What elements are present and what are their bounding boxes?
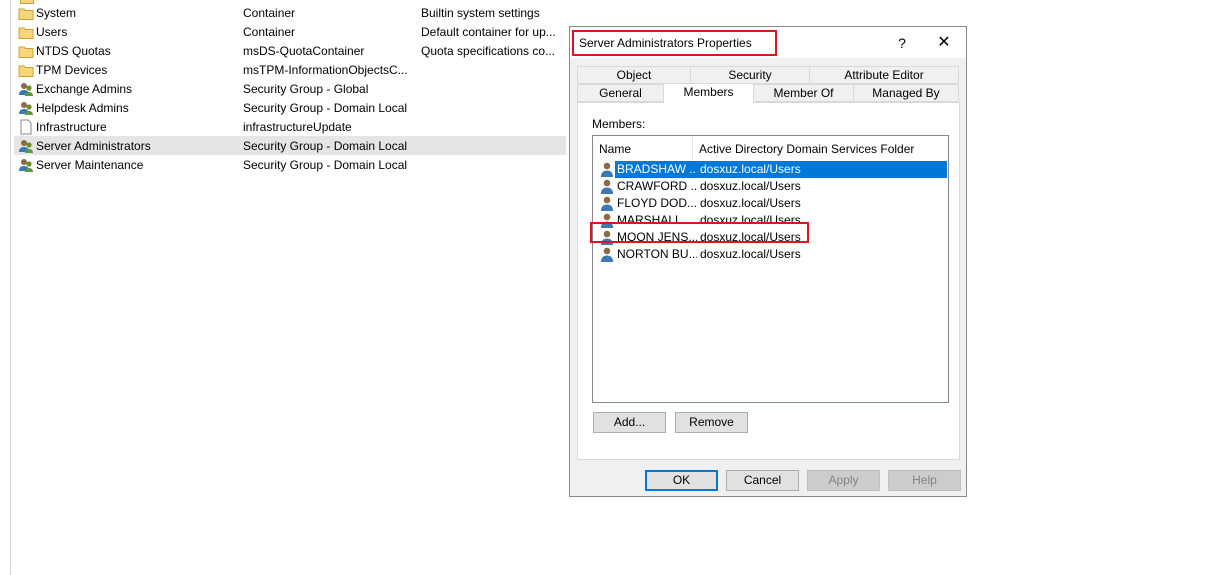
user-icon (599, 195, 615, 211)
document-icon (18, 119, 34, 135)
folder-icon (18, 24, 34, 40)
add-button[interactable]: Add... (593, 412, 666, 433)
column-header-name[interactable]: Name (599, 142, 631, 156)
member-highlight-box (590, 222, 809, 243)
tab-general[interactable]: General (577, 84, 664, 102)
members-tab-panel: Members: Name Active Directory Domain Se… (577, 102, 960, 460)
member-row[interactable]: NORTON BU... dosxuz.local/Users (599, 246, 947, 263)
list-item[interactable]: Server Maintenance Security Group - Doma… (14, 155, 566, 174)
group-icon (18, 100, 34, 116)
column-divider[interactable] (692, 136, 693, 160)
list-item[interactable]: NTDS Quotas msDS-QuotaContainer Quota sp… (14, 41, 566, 60)
tree-pane-border (10, 0, 11, 575)
folder-icon (18, 62, 34, 78)
group-icon (18, 138, 34, 154)
remove-button[interactable]: Remove (675, 412, 748, 433)
list-item[interactable]: Infrastructure infrastructureUpdate (14, 117, 566, 136)
dialog-title: Server Administrators Properties (579, 36, 752, 50)
list-item[interactable]: Exchange Admins Security Group - Global (14, 79, 566, 98)
members-label: Members: (592, 117, 646, 131)
tab-object[interactable]: Object (577, 66, 691, 84)
folder-icon (18, 43, 34, 59)
tab-security[interactable]: Security (690, 66, 810, 84)
help-button[interactable]: Help (888, 470, 961, 491)
tab-members[interactable]: Members (663, 83, 754, 103)
group-icon (18, 81, 34, 97)
user-icon (599, 161, 615, 177)
apply-button[interactable]: Apply (807, 470, 880, 491)
list-item[interactable]: System Container Builtin system settings (14, 3, 566, 22)
member-row[interactable]: FLOYD DOD... dosxuz.local/Users (599, 195, 947, 212)
list-item[interactable]: TPM Devices msTPM-InformationObjectsC... (14, 60, 566, 79)
tab-managed-by[interactable]: Managed By (853, 84, 959, 102)
properties-dialog: Server Administrators Properties ? ✕ Obj… (569, 26, 967, 497)
listview-header: Name Active Directory Domain Services Fo… (593, 136, 948, 160)
folder-icon (18, 5, 34, 21)
members-listview[interactable]: Name Active Directory Domain Services Fo… (592, 135, 949, 403)
user-icon (599, 178, 615, 194)
column-header-folder[interactable]: Active Directory Domain Services Folder (699, 142, 914, 156)
group-icon (18, 157, 34, 173)
member-row[interactable]: CRAWFORD ... dosxuz.local/Users (599, 178, 947, 195)
list-item-selected[interactable]: Server Administrators Security Group - D… (14, 136, 566, 155)
ok-button[interactable]: OK (645, 470, 718, 491)
user-icon (599, 246, 615, 262)
list-item[interactable]: Users Container Default container for up… (14, 22, 566, 41)
member-row-selected[interactable]: BRADSHAW ... dosxuz.local/Users (599, 161, 947, 178)
close-icon[interactable]: ✕ (932, 32, 956, 54)
cancel-button[interactable]: Cancel (726, 470, 799, 491)
tab-member-of[interactable]: Member Of (753, 84, 854, 102)
tab-attribute-editor[interactable]: Attribute Editor (809, 66, 959, 84)
help-icon[interactable]: ? (892, 33, 912, 53)
list-item[interactable]: Helpdesk Admins Security Group - Domain … (14, 98, 566, 117)
dialog-titlebar[interactable]: Server Administrators Properties ? ✕ (570, 27, 966, 58)
